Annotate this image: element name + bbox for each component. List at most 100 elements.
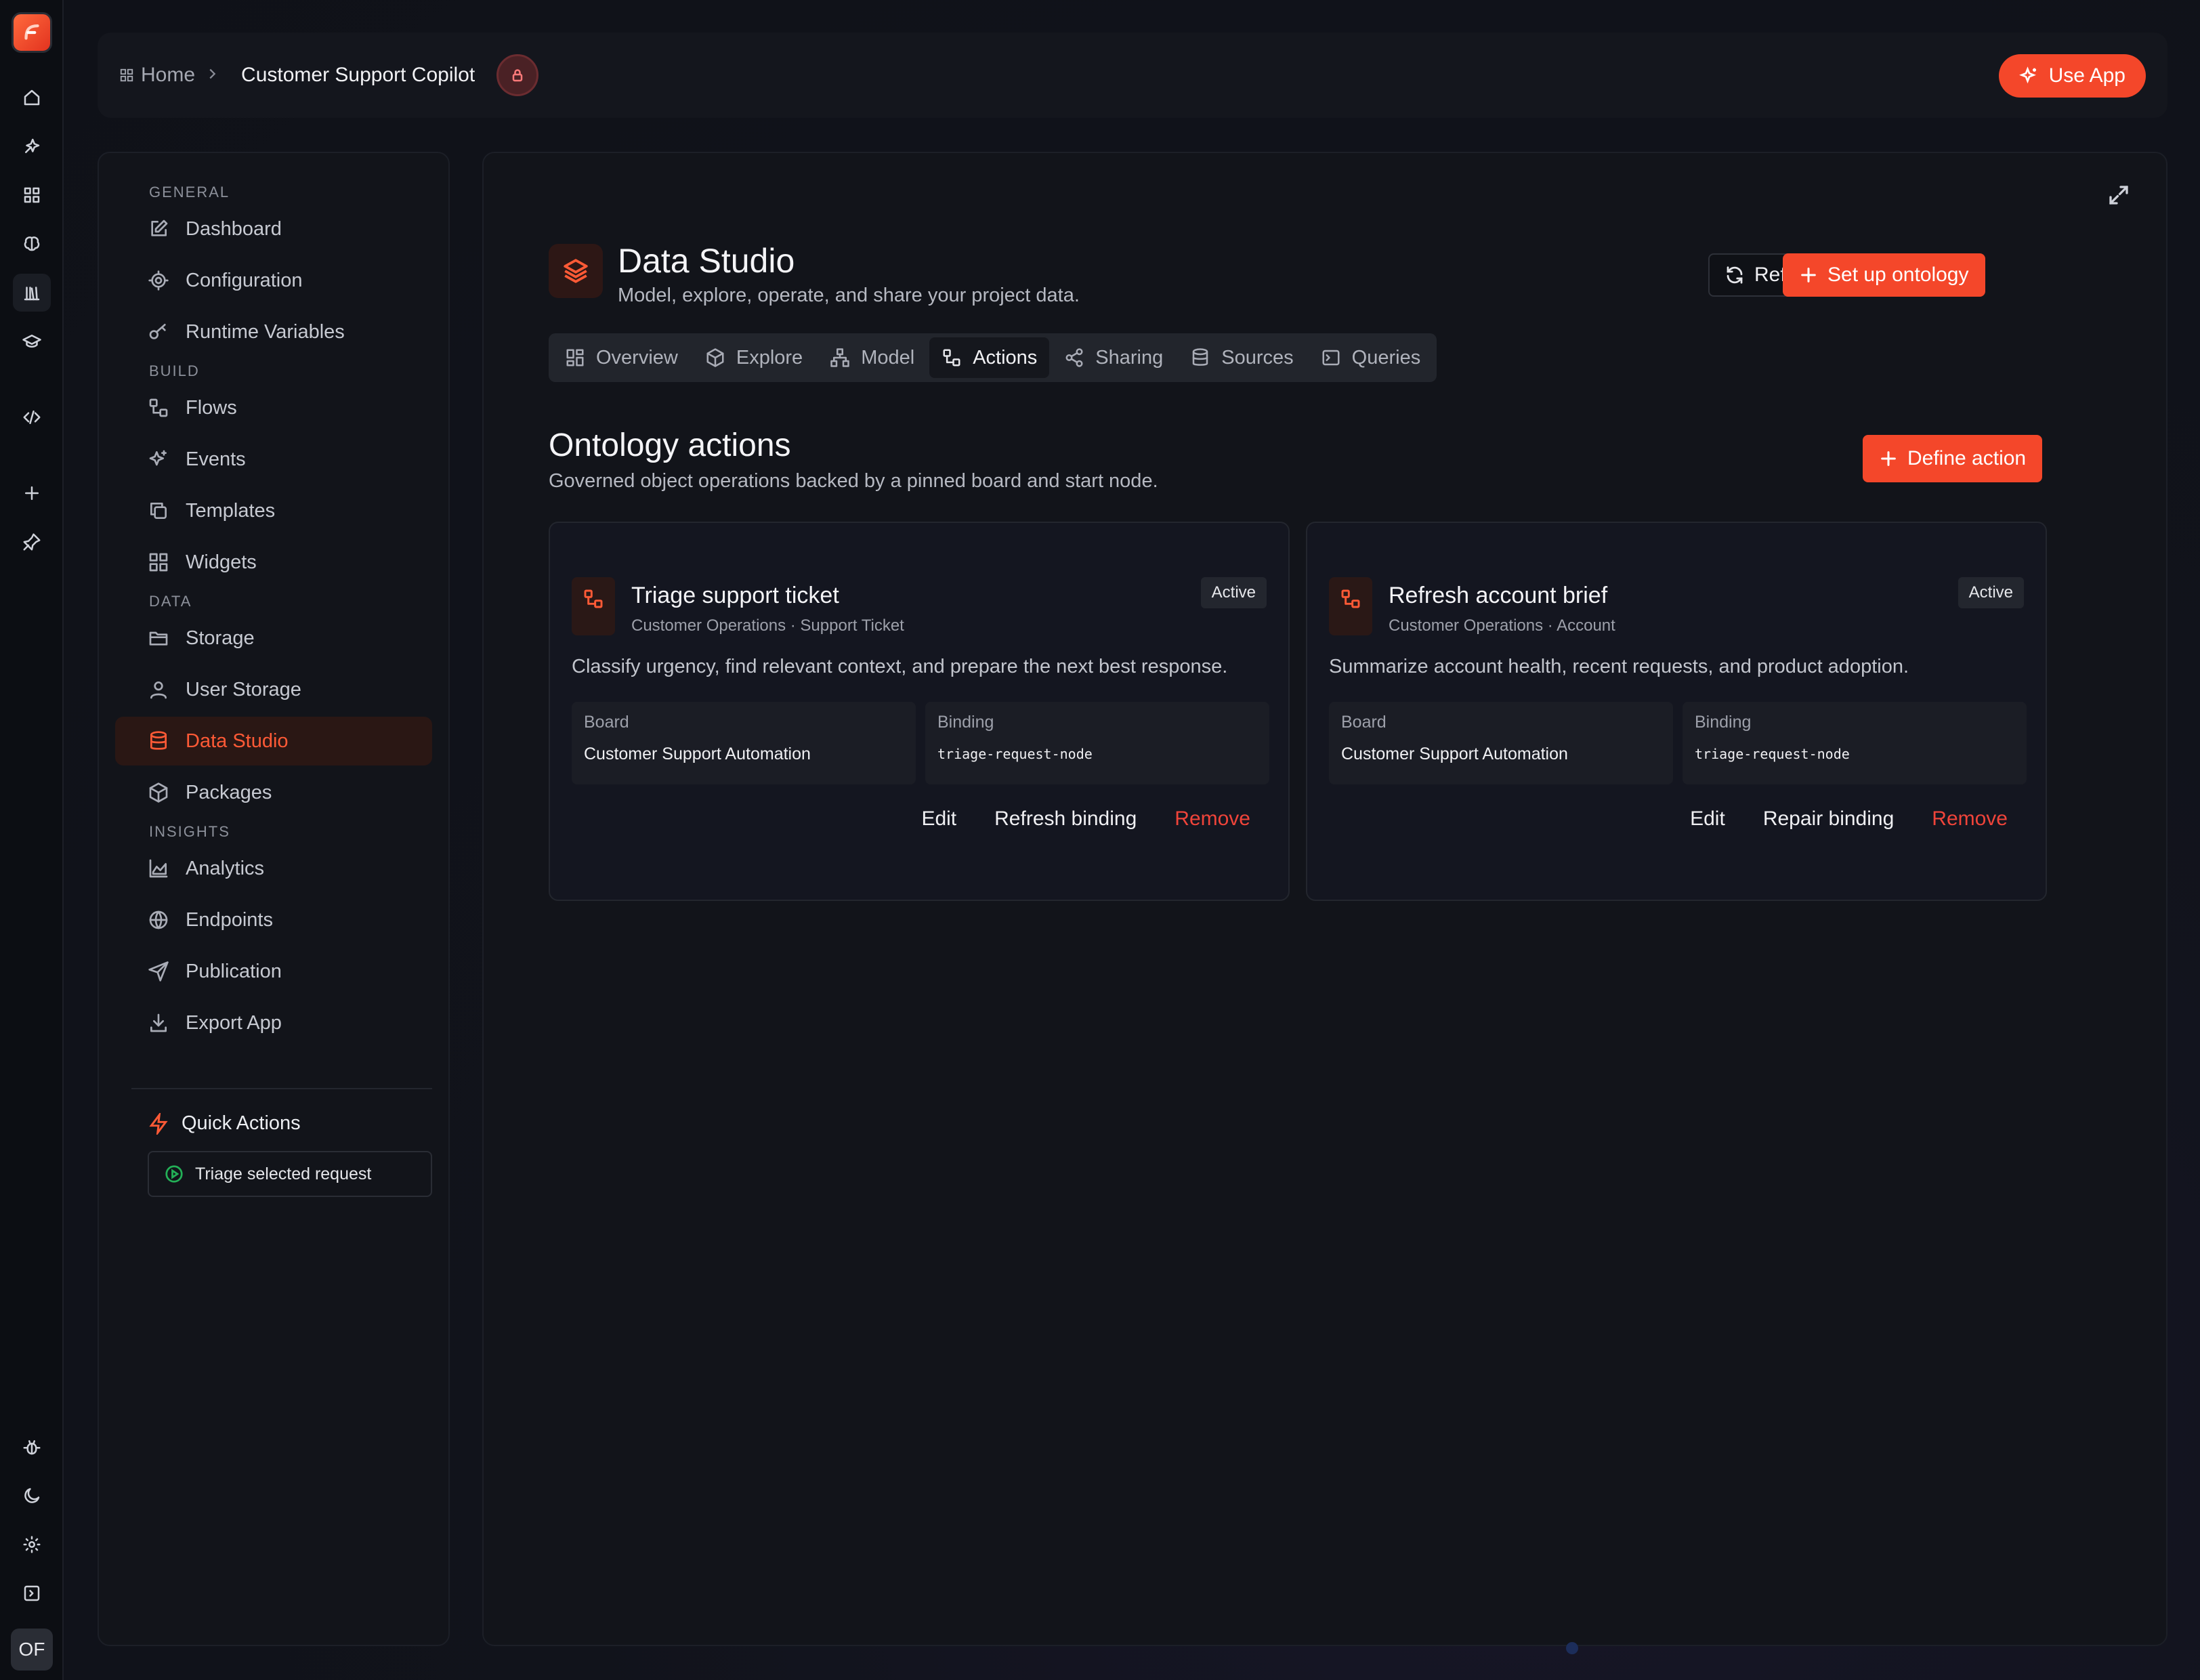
sidebar-item-dashboard[interactable]: Dashboard	[115, 205, 432, 253]
chevron-right-icon	[205, 64, 219, 87]
sidebar-item-label: Analytics	[186, 857, 265, 879]
binding-field: Binding triage-request-node	[1683, 702, 2027, 784]
sidebar-item-user-storage[interactable]: User Storage	[115, 665, 432, 714]
studio-tabs: Overview Explore Model Actions Sharing S…	[549, 333, 1437, 382]
breadcrumb-home[interactable]: Home	[119, 64, 195, 87]
send-icon	[148, 961, 169, 982]
code-icon[interactable]	[13, 398, 51, 436]
quick-action-button[interactable]: Triage selected request	[148, 1151, 432, 1197]
plus-icon[interactable]	[13, 474, 51, 512]
breadcrumb: Home Customer Support Copilot	[119, 54, 539, 96]
avatar[interactable]: OF	[11, 1629, 53, 1671]
breadcrumb-current: Customer Support Copilot	[241, 64, 475, 86]
set-up-ontology-button[interactable]: Set up ontology	[1783, 253, 1985, 297]
nav-section-title: BUILD	[149, 362, 200, 379]
sidebar-item-export-app[interactable]: Export App	[115, 999, 432, 1047]
edit-button[interactable]: Edit	[1690, 807, 1725, 831]
sidebar-item-label: Dashboard	[186, 217, 282, 240]
remove-button[interactable]: Remove	[1932, 807, 2008, 831]
define-action-button[interactable]: Define action	[1863, 435, 2043, 482]
graduation-cap-icon[interactable]	[13, 322, 51, 360]
card-actions: Edit Refresh binding Remove	[921, 807, 1250, 831]
widgets-icon	[149, 553, 168, 572]
cube-icon	[706, 348, 724, 367]
package-icon	[149, 782, 168, 803]
card-title: Triage support ticket	[631, 583, 839, 608]
tab-explore[interactable]: Explore	[693, 337, 815, 378]
main-panel: Data Studio Model, explore, operate, and…	[482, 152, 2167, 1646]
tab-label: Explore	[736, 346, 803, 369]
sidebar-item-label: User Storage	[186, 678, 301, 700]
board-field: Board Customer Support Automation	[1329, 702, 1673, 784]
gear-icon[interactable]	[13, 1526, 51, 1563]
sidebar-item-widgets[interactable]: Widgets	[115, 538, 432, 587]
pin-icon[interactable]	[13, 523, 51, 561]
sidebar-item-publication[interactable]: Publication	[115, 947, 432, 996]
moon-icon[interactable]	[13, 1477, 51, 1515]
quick-actions-title: Quick Actions	[182, 1112, 301, 1134]
terminal-icon	[1322, 350, 1340, 366]
sidebar-item-label: Publication	[186, 960, 282, 982]
plus-icon	[1881, 451, 1896, 466]
library-icon[interactable]	[13, 274, 51, 312]
home-icon[interactable]	[13, 79, 51, 117]
sidebar-item-runtime-variables[interactable]: Runtime Variables	[115, 308, 432, 356]
layers-icon	[549, 244, 603, 298]
remove-button[interactable]: Remove	[1175, 807, 1250, 831]
sidebar-item-data-studio[interactable]: Data Studio	[115, 717, 432, 765]
binding-label: Binding	[937, 713, 994, 732]
grid-icon[interactable]	[13, 176, 51, 214]
sidebar-item-configuration[interactable]: Configuration	[115, 256, 432, 305]
sidebar-item-storage[interactable]: Storage	[115, 614, 432, 663]
lock-icon[interactable]	[496, 54, 539, 96]
download-icon	[150, 1013, 167, 1032]
edit-icon	[151, 219, 168, 236]
database-icon	[1193, 348, 1208, 366]
board-value: Customer Support Automation	[1341, 744, 1568, 763]
tab-label: Model	[861, 346, 915, 369]
scroll-indicator[interactable]	[1566, 1642, 1578, 1654]
tab-queries[interactable]: Queries	[1309, 337, 1433, 378]
sparkle-rocket-icon[interactable]	[13, 127, 51, 165]
page-title: Data Studio	[618, 242, 795, 280]
tab-sharing[interactable]: Sharing	[1052, 337, 1175, 378]
workflow-icon	[149, 398, 168, 417]
tab-overview[interactable]: Overview	[553, 337, 690, 378]
sidebar-toggle-icon[interactable]	[13, 1574, 51, 1612]
sidebar-item-label: Templates	[186, 499, 276, 522]
tab-label: Queries	[1351, 346, 1421, 369]
sidebar-item-flows[interactable]: Flows	[115, 383, 432, 432]
page-subtitle: Model, explore, operate, and share your …	[618, 285, 1080, 306]
card-description: Classify urgency, find relevant context,…	[572, 656, 1228, 677]
flow-logo-icon[interactable]	[12, 12, 52, 53]
breadcrumb-home-label: Home	[141, 64, 196, 86]
tab-actions[interactable]: Actions	[929, 337, 1050, 378]
edit-button[interactable]: Edit	[921, 807, 956, 831]
bug-icon[interactable]	[13, 1428, 51, 1466]
nav-section-title: INSIGHTS	[149, 823, 230, 840]
grid-icon	[120, 68, 133, 82]
repair-binding-button[interactable]: Repair binding	[1763, 807, 1894, 831]
tab-label: Actions	[973, 346, 1038, 369]
sidebar-item-label: Events	[186, 448, 246, 470]
sidebar-item-templates[interactable]: Templates	[115, 486, 432, 535]
sidebar-item-packages[interactable]: Packages	[115, 768, 432, 817]
sidebar-item-endpoints[interactable]: Endpoints	[115, 896, 432, 944]
sidebar-item-analytics[interactable]: Analytics	[115, 844, 432, 893]
tab-label: Sharing	[1095, 346, 1164, 369]
sidebar-item-label: Widgets	[186, 551, 257, 573]
card-title: Refresh account brief	[1389, 583, 1608, 608]
top-bar: Home Customer Support Copilot Use App	[98, 33, 2167, 118]
refresh-binding-button[interactable]: Refresh binding	[994, 807, 1137, 831]
brain-icon[interactable]	[13, 225, 51, 263]
nav-section-title: DATA	[149, 593, 192, 610]
tab-sources[interactable]: Sources	[1178, 337, 1305, 378]
database-icon	[150, 731, 167, 750]
play-circle-icon	[165, 1165, 183, 1183]
expand-icon[interactable]	[2107, 183, 2134, 210]
sidebar-item-events[interactable]: Events	[115, 435, 432, 484]
tab-model[interactable]: Model	[818, 337, 927, 378]
binding-value: triage-request-node	[1695, 746, 1850, 762]
use-app-button[interactable]: Use App	[1998, 54, 2146, 98]
board-label: Board	[584, 713, 629, 732]
